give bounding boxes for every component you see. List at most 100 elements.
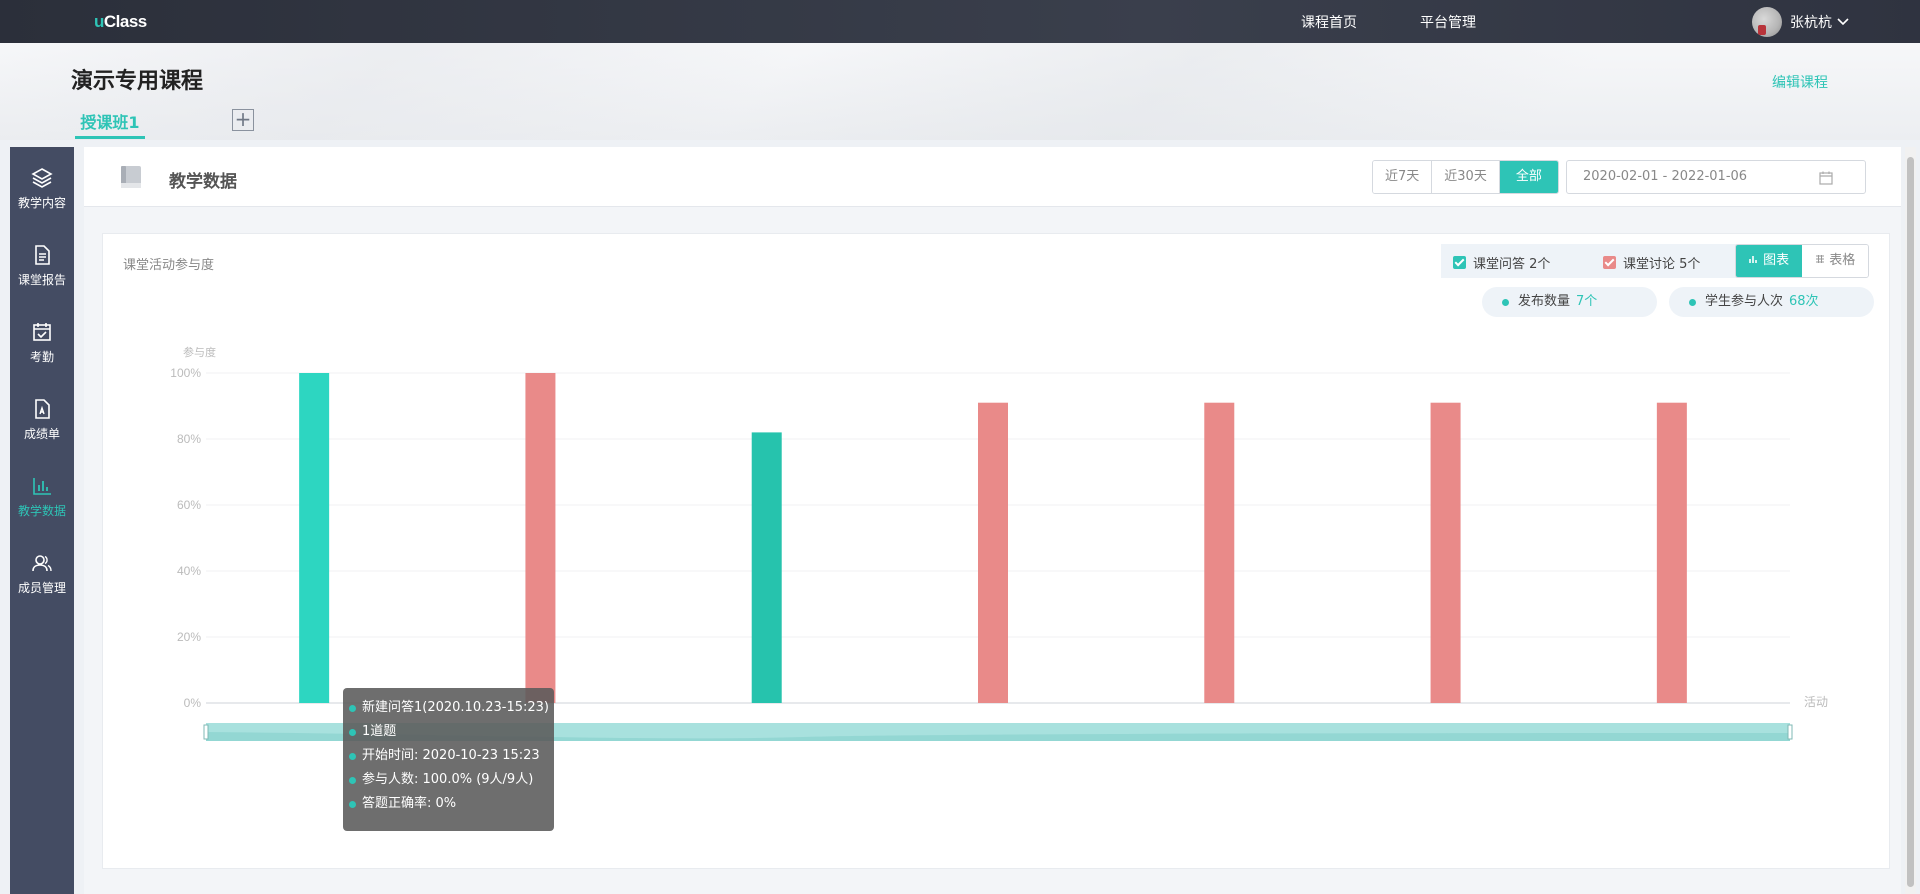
- stat-label: 学生参与人次: [1705, 294, 1784, 309]
- scrollbar-thumb[interactable]: [1907, 157, 1914, 887]
- avatar: [1752, 7, 1782, 37]
- dot-icon: [349, 752, 356, 760]
- section-header: 教学数据 近7天 近30天 全部 2020-02-01 - 2022-01-06: [84, 147, 1901, 207]
- nav-platform-admin[interactable]: 平台管理: [1420, 12, 1476, 32]
- view-toggle: 图表 表格: [1735, 244, 1870, 278]
- y-axis-label: 参与度: [183, 345, 216, 359]
- sidebar-item-label: 考勤: [29, 350, 54, 364]
- user-name: 张杭杭: [1790, 15, 1832, 31]
- stat-value: 7个: [1576, 294, 1598, 309]
- chart-bar: [1656, 402, 1687, 703]
- edit-course-link[interactable]: 编辑课程: [1772, 72, 1828, 92]
- checkbox-checked-icon: [1453, 256, 1466, 269]
- range-30-days-button[interactable]: 近30天: [1432, 161, 1500, 193]
- dot-icon: [1689, 299, 1696, 306]
- range-7-days-button[interactable]: 近7天: [1373, 161, 1433, 193]
- chevron-down-icon: [1837, 16, 1849, 29]
- legend-box: 课堂问答 2个 课堂讨论 5个: [1441, 244, 1741, 278]
- layers-icon: [31, 168, 53, 188]
- date-range-quick-select: 近7天 近30天 全部: [1372, 160, 1559, 194]
- tooltip-text: 参与人数: 100.0% (9人/9人): [362, 772, 534, 787]
- sidebar-item-class-report[interactable]: 课堂报告: [10, 244, 74, 308]
- grade-file-icon: [35, 399, 50, 419]
- tooltip-line: 答题正确率: 0%: [349, 792, 554, 816]
- sidebar: 教学内容 课堂报告 考勤 成绩单 教学数据 成员管理: [10, 147, 74, 894]
- dot-icon: [349, 800, 356, 808]
- dot-icon: [349, 776, 356, 784]
- legend-qa-label: 课堂问答 2个: [1473, 257, 1551, 272]
- nav-course-home[interactable]: 课程首页: [1301, 12, 1357, 32]
- sidebar-item-teaching-content[interactable]: 教学内容: [10, 167, 74, 231]
- zoom-handle-right: [1787, 724, 1793, 740]
- participation-card: 课堂活动参与度 课堂问答 2个 课堂讨论 5个 图表 表格 发布数量 7个 学生…: [102, 233, 1890, 869]
- tab-class-1[interactable]: 授课班1: [75, 109, 145, 139]
- logo-text: Class: [103, 12, 147, 31]
- book-icon: [121, 166, 141, 188]
- main-content: 教学数据 近7天 近30天 全部 2020-02-01 - 2022-01-06…: [84, 147, 1901, 894]
- tooltip-line: 1道题: [349, 720, 554, 744]
- calendar-check-icon: [33, 323, 51, 341]
- dot-icon: [1502, 299, 1509, 306]
- tooltip-line: 参与人数: 100.0% (9人/9人): [349, 768, 554, 792]
- members-icon: [32, 555, 52, 572]
- logo-u: u: [94, 12, 104, 31]
- sidebar-item-members[interactable]: 成员管理: [10, 552, 74, 616]
- page-scrollbar[interactable]: [1905, 147, 1916, 894]
- date-range-picker[interactable]: 2020-02-01 - 2022-01-06: [1566, 160, 1866, 194]
- bar-chart-icon: [1749, 256, 1757, 263]
- calendar-icon: [1819, 171, 1833, 185]
- table-icon: [1816, 255, 1825, 263]
- tooltip-text: 答题正确率: 0%: [362, 796, 457, 811]
- course-header: 演示专用课程 编辑课程 授课班1 +: [0, 43, 1920, 140]
- chart-bar: [525, 373, 556, 703]
- chart-view-label: 图表: [1763, 253, 1790, 268]
- course-title: 演示专用课程: [71, 69, 204, 94]
- top-bar: uClass 课程首页 平台管理 张杭杭: [0, 0, 1920, 43]
- sidebar-item-teaching-data[interactable]: 教学数据: [10, 475, 74, 539]
- y-tick-label: 0%: [184, 696, 202, 710]
- add-class-button[interactable]: +: [232, 109, 254, 131]
- table-view-button[interactable]: 表格: [1802, 245, 1869, 277]
- section-title: 教学数据: [169, 172, 237, 192]
- chart-bar: [1430, 402, 1461, 703]
- chart-bar: [978, 402, 1008, 703]
- tooltip-text: 新建问答1(2020.10.23-15:23): [362, 700, 550, 715]
- chart-bar: [299, 373, 330, 703]
- stat-participation-count: 学生参与人次 68次: [1669, 287, 1874, 317]
- sidebar-item-label: 教学数据: [17, 504, 66, 518]
- x-axis-label: 活动: [1804, 695, 1828, 709]
- date-range-value: 2020-02-01 - 2022-01-06: [1583, 169, 1748, 184]
- y-tick-label: 100%: [170, 366, 201, 380]
- stat-label: 发布数量: [1518, 294, 1571, 309]
- y-tick-label: 20%: [177, 630, 201, 644]
- checkbox-checked-icon: [1603, 256, 1616, 269]
- tooltip-line: 开始时间: 2020-10-23 15:23: [349, 744, 554, 768]
- range-all-button[interactable]: 全部: [1499, 161, 1558, 193]
- stat-published-count: 发布数量 7个: [1482, 287, 1657, 317]
- chart-view-button[interactable]: 图表: [1736, 245, 1803, 277]
- dot-icon: [349, 728, 356, 736]
- sidebar-item-grades[interactable]: 成绩单: [10, 398, 74, 462]
- legend-qa-checkbox[interactable]: 课堂问答 2个: [1453, 253, 1550, 272]
- bar-chart-icon: [33, 478, 51, 495]
- sidebar-item-label: 教学内容: [17, 196, 66, 210]
- y-tick-label: 60%: [177, 498, 201, 512]
- tooltip-text: 1道题: [362, 724, 397, 739]
- user-menu[interactable]: 张杭杭: [1752, 7, 1849, 37]
- card-title: 课堂活动参与度: [123, 258, 215, 273]
- sidebar-item-label: 成绩单: [23, 427, 60, 441]
- sidebar-item-label: 课堂报告: [17, 273, 66, 287]
- zoom-handle-left: [203, 724, 209, 740]
- document-icon: [35, 245, 50, 265]
- legend-discussion-checkbox[interactable]: 课堂讨论 5个: [1603, 253, 1700, 272]
- sidebar-item-attendance[interactable]: 考勤: [10, 321, 74, 385]
- chart-bar: [751, 432, 782, 703]
- y-tick-label: 80%: [177, 432, 201, 446]
- chart-tooltip: 新建问答1(2020.10.23-15:23) 1道题 开始时间: 2020-1…: [343, 688, 554, 831]
- chart-bar: [1204, 402, 1235, 703]
- table-view-label: 表格: [1829, 253, 1856, 268]
- stat-value: 68次: [1789, 294, 1819, 309]
- y-tick-label: 40%: [177, 564, 201, 578]
- uclass-logo[interactable]: uClass: [94, 12, 147, 32]
- legend-discussion-label: 课堂讨论 5个: [1623, 257, 1701, 272]
